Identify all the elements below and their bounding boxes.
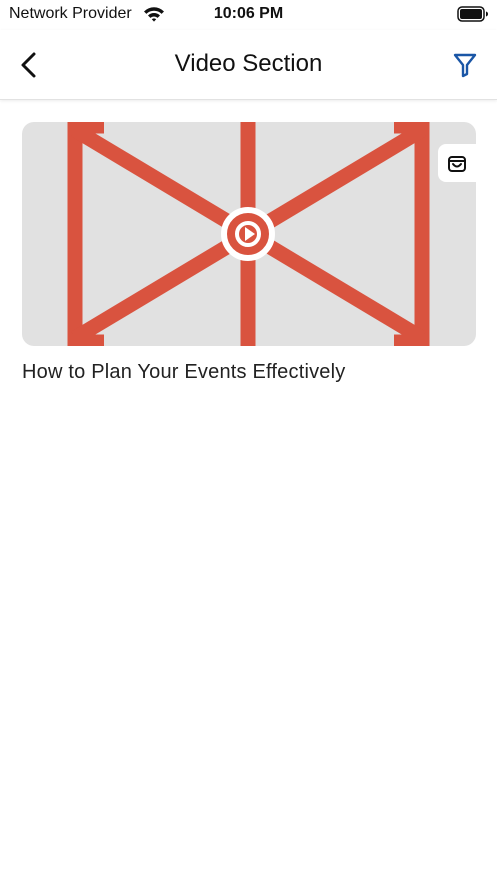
page-title: Video Section <box>174 50 323 77</box>
filter-icon <box>453 53 477 78</box>
battery-icon <box>457 6 488 22</box>
nav-bar: Video Section <box>0 30 497 100</box>
play-icon[interactable] <box>221 207 275 261</box>
filter-button[interactable] <box>448 48 482 82</box>
shopping-bag-icon <box>448 156 466 172</box>
cart-badge[interactable] <box>438 144 476 182</box>
status-bar: Network Provider 10:06 PM <box>0 0 497 30</box>
status-time: 10:06 PM <box>213 5 284 22</box>
video-card[interactable] <box>22 122 476 346</box>
video-thumbnail <box>67 122 430 346</box>
video-title[interactable]: How to Plan Your Events Effectively <box>22 361 345 384</box>
